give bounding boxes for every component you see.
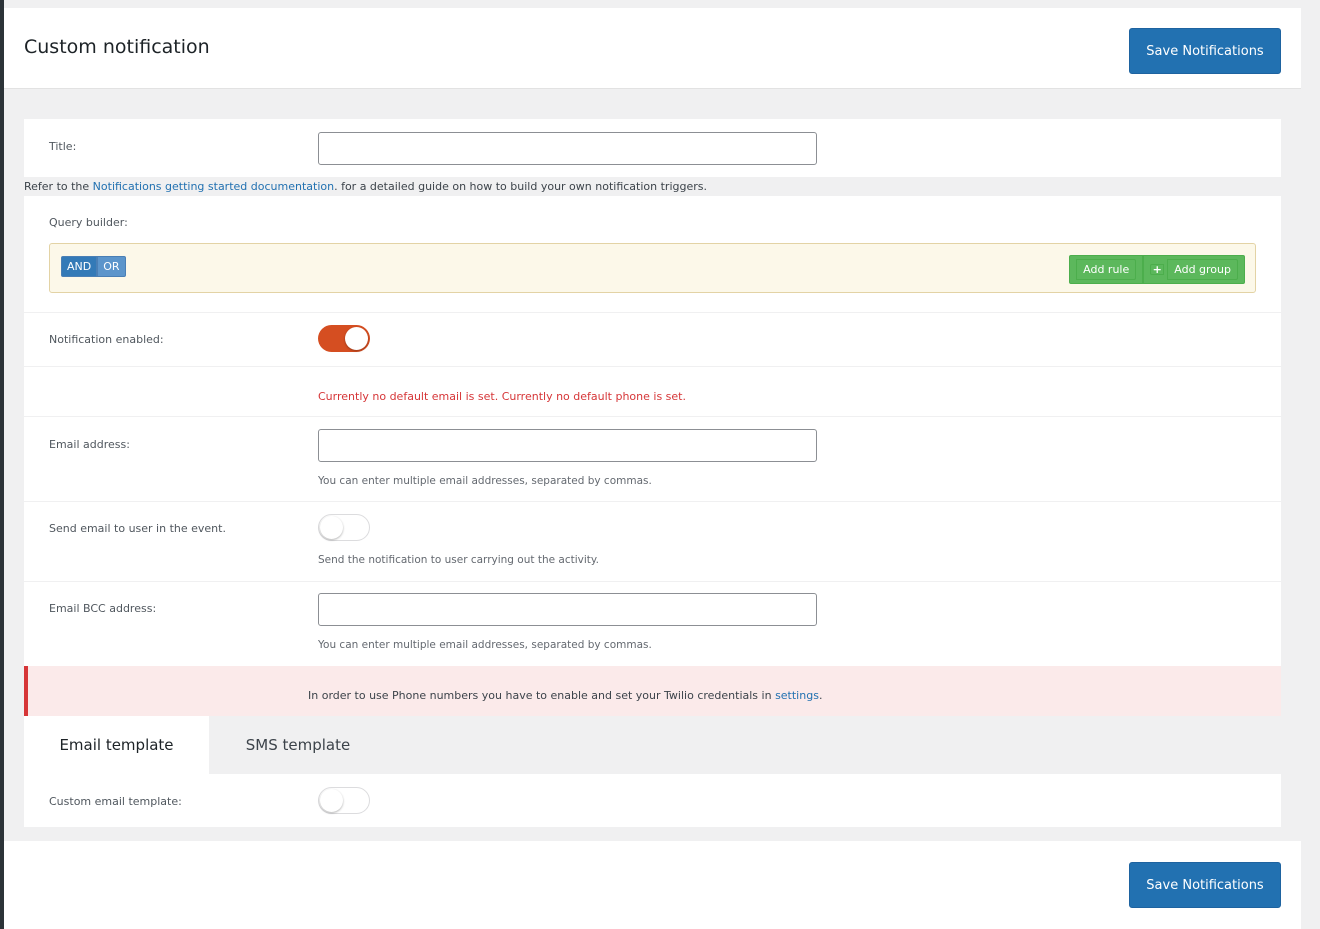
row-divider: [24, 501, 1281, 502]
page-footer: Save Notifications: [4, 841, 1301, 929]
custom-template-label: Custom email template:: [49, 795, 182, 808]
toggle-knob: [320, 516, 343, 539]
settings-link[interactable]: settings: [775, 689, 819, 702]
template-tabs: Email template SMS template: [24, 716, 1281, 774]
tab-email-template[interactable]: Email template: [24, 716, 209, 774]
page-header: Custom notification Save Notifications: [4, 8, 1301, 89]
default-contact-warning: Currently no default email is set. Curre…: [318, 390, 686, 403]
save-notifications-button-top[interactable]: Save Notifications: [1129, 28, 1281, 74]
query-builder-label: Query builder:: [49, 216, 128, 229]
doc-prefix: Refer to the: [24, 180, 93, 193]
add-rule-label: Add rule: [1076, 259, 1137, 280]
twilio-notice-suffix: .: [818, 689, 823, 702]
row-divider: [24, 366, 1281, 367]
documentation-line: Refer to the Notifications getting start…: [24, 180, 707, 193]
tab-sms-template[interactable]: SMS template: [209, 716, 387, 774]
plus-circle-icon: +: [1150, 264, 1165, 275]
settings-card: Query builder: AND OR Add rule + Add grou…: [24, 196, 1281, 666]
send-to-user-toggle[interactable]: [318, 514, 370, 541]
twilio-notice-text: In order to use Phone numbers you have t…: [308, 689, 822, 702]
toggle-knob: [320, 789, 343, 812]
title-input[interactable]: [318, 132, 817, 165]
add-rule-button[interactable]: Add rule: [1069, 255, 1144, 284]
email-address-hint: You can enter multiple email addresses, …: [318, 475, 652, 487]
twilio-notice: In order to use Phone numbers you have t…: [24, 666, 1281, 716]
row-divider: [24, 312, 1281, 313]
and-button[interactable]: AND: [61, 256, 98, 277]
twilio-notice-message: In order to use Phone numbers you have t…: [308, 689, 776, 702]
title-card: Title:: [24, 119, 1281, 177]
email-bcc-hint: You can enter multiple email addresses, …: [318, 639, 652, 651]
doc-suffix: . for a detailed guide on how to build y…: [334, 180, 707, 193]
send-to-user-hint: Send the notification to user carrying o…: [318, 554, 599, 566]
notification-enabled-label: Notification enabled:: [49, 333, 164, 346]
query-builder-actions: Add rule + Add group: [1069, 255, 1245, 284]
email-bcc-input[interactable]: [318, 593, 817, 626]
email-address-input[interactable]: [318, 429, 817, 462]
or-button[interactable]: OR: [97, 256, 126, 277]
page-title: Custom notification: [24, 36, 210, 58]
save-notifications-button-bottom[interactable]: Save Notifications: [1129, 862, 1281, 908]
notification-enabled-toggle[interactable]: [318, 325, 370, 352]
condition-toggle: AND OR: [61, 256, 126, 277]
send-to-user-label: Send email to user in the event.: [49, 522, 226, 535]
title-label: Title:: [49, 140, 77, 153]
add-group-label: Add group: [1167, 259, 1238, 280]
template-card: Custom email template:: [24, 774, 1281, 827]
documentation-link[interactable]: Notifications getting started documentat…: [93, 180, 334, 193]
custom-template-toggle[interactable]: [318, 787, 370, 814]
row-divider: [24, 416, 1281, 417]
email-address-label: Email address:: [49, 438, 130, 451]
toggle-knob: [345, 327, 368, 350]
row-divider: [24, 581, 1281, 582]
page-canvas: Custom notification Save Notifications T…: [4, 8, 1301, 929]
query-builder: AND OR Add rule + Add group: [49, 243, 1256, 293]
add-group-button[interactable]: + Add group: [1143, 255, 1245, 284]
email-bcc-label: Email BCC address:: [49, 602, 157, 615]
